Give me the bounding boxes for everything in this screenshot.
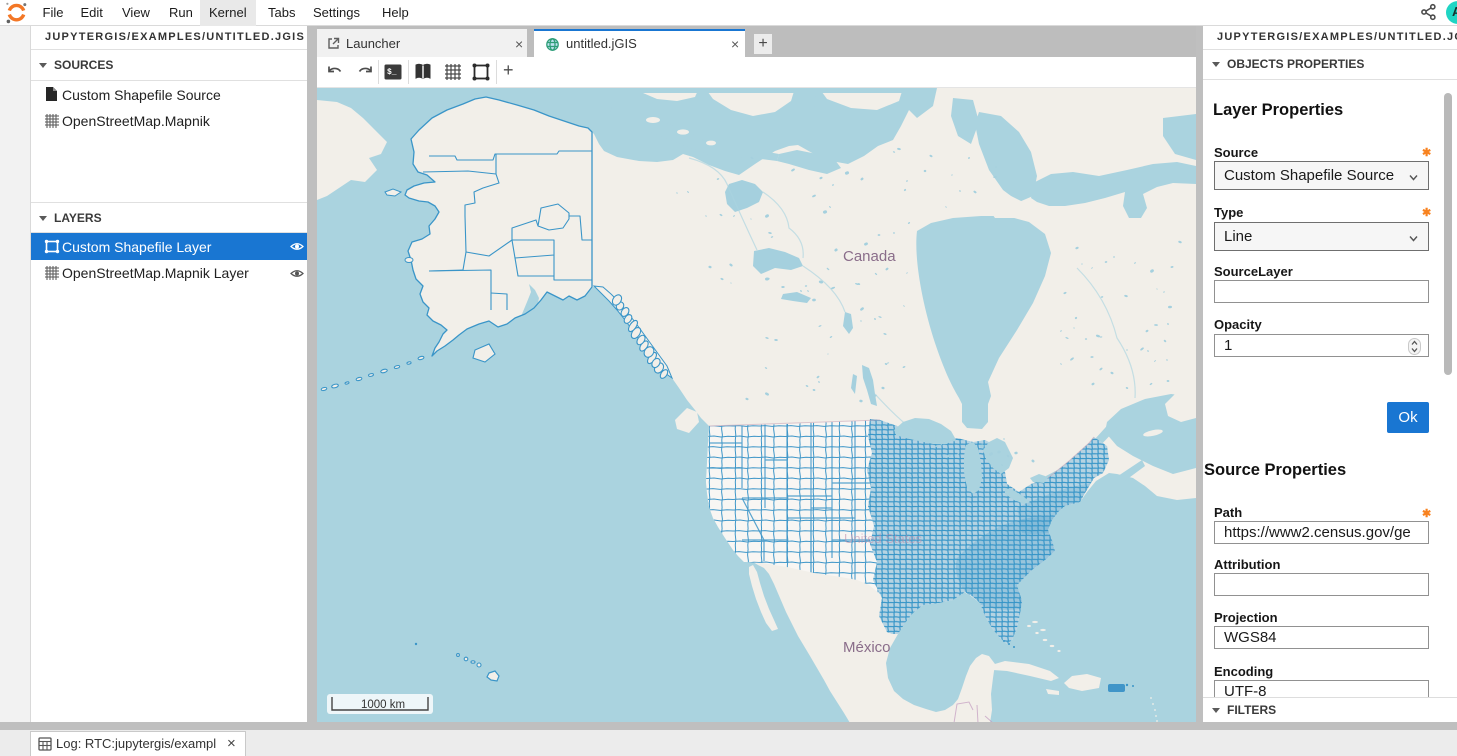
svg-text:United States: United States — [844, 531, 923, 546]
svg-text:Canada: Canada — [843, 248, 896, 265]
svg-text:México: México — [843, 639, 891, 656]
svg-text:$_: $_ — [387, 68, 397, 77]
svg-text:1000 km: 1000 km — [361, 699, 405, 711]
